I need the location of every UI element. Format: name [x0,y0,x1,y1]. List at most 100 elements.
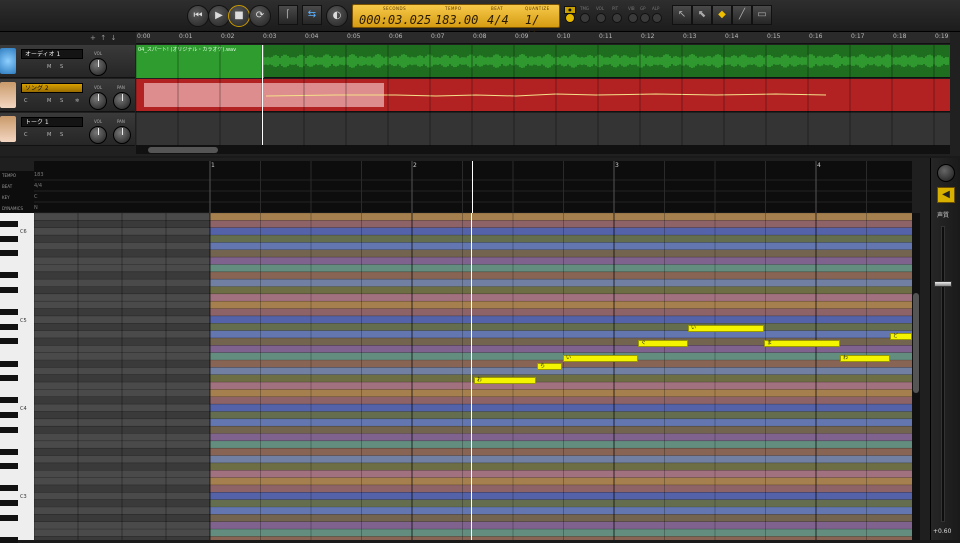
black-key[interactable] [0,360,18,367]
note-grid[interactable]: お ら い ぐ い ま わ ど [34,213,912,540]
volume-knob[interactable] [89,58,107,76]
fader-track[interactable] [941,226,945,522]
note-block[interactable]: ぐ [638,340,688,347]
track-nav-icons[interactable]: + ↑ ↓ [90,34,117,42]
black-key[interactable] [0,463,18,470]
gp-knob[interactable] [640,13,650,23]
track-header-song[interactable]: ソング 2 C M S ✲ VOL PAN [0,79,135,112]
pointer-tool-icon[interactable]: ↖ [672,5,692,25]
dynamics-row-value[interactable]: N [34,205,38,211]
loop-button[interactable]: ⟳ [249,5,271,27]
note-block[interactable]: い [563,355,638,362]
octave-label-c3: C3 [20,494,27,500]
black-key[interactable] [0,309,18,316]
track-header-audio[interactable]: オーディオ 1 M S VOL [0,45,135,78]
dial-knob[interactable] [937,164,955,182]
pan-knob[interactable] [113,92,131,110]
marker-left-button[interactable]: ⌈ [278,5,298,25]
solo-button[interactable]: S [60,64,63,70]
track-name[interactable]: オーディオ 1 [21,49,83,59]
beat-value[interactable]: 4/4 [487,13,509,27]
black-key[interactable] [0,514,18,521]
ruler-tick: 0:14 [725,33,739,40]
black-key[interactable] [0,426,18,433]
rewind-button[interactable]: ⏮ [187,5,209,27]
piano-keyboard[interactable]: C6 C5 C4 C3 [0,213,34,543]
beat-row-value[interactable]: 4/4 [34,183,42,189]
black-key[interactable] [0,272,18,279]
beat-row-label: BEAT [2,184,13,189]
mute-button[interactable]: M [47,98,51,104]
playhead-tracks [262,45,263,145]
track-name[interactable]: ソング 2 [21,83,83,93]
track-header-talk[interactable]: トーク 1 C M S VOL PAN [0,113,135,146]
black-key[interactable] [0,411,18,418]
black-key[interactable] [0,448,18,455]
alp-knob[interactable] [652,13,662,23]
ruler-tick: 0:12 [641,33,655,40]
ruler-tick: 0:11 [599,33,613,40]
vol-knob[interactable] [596,13,606,23]
black-key[interactable] [0,235,18,242]
play-button[interactable]: ▶ [208,5,230,27]
eraser-tool-icon[interactable]: ◆ [712,5,732,25]
mixer-strip: ◀ 声質 +0.60 [930,158,960,540]
note-block[interactable]: ど [890,333,912,340]
pit-knob[interactable] [612,13,622,23]
gp-label: GP [640,6,646,11]
black-key[interactable] [0,220,18,227]
c-button[interactable]: C [24,132,28,138]
stop-button[interactable]: ■ [228,5,250,27]
pan-knob-label: PAN [117,119,125,124]
note-block[interactable]: わ [840,355,890,362]
metronome-button[interactable]: ◐ [326,5,348,27]
black-key[interactable] [0,485,18,492]
time-display: SECONDS 000:03.025 TEMPO 183.00 BEAT 4/4… [352,4,560,41]
vertical-scrollbar[interactable] [912,213,920,540]
black-key[interactable] [0,323,18,330]
volume-knob[interactable] [89,92,107,110]
note-block[interactable]: ら [537,363,562,370]
octave-label-c6: C6 [20,229,27,235]
tempo-value[interactable]: 183.00 [435,13,478,27]
pan-knob[interactable] [113,126,131,144]
mute-button[interactable]: M [47,64,51,70]
note-block[interactable]: い [688,325,764,332]
pencil-tool-icon[interactable]: ╱ [732,5,752,25]
black-key[interactable] [0,338,18,345]
window-tool-icon[interactable]: ▭ [752,5,772,25]
solo-button[interactable]: S [60,132,63,138]
ruler-tick: 0:04 [305,33,319,40]
note-block[interactable]: ま [764,340,840,347]
vol-knob-label: VOL [94,85,103,90]
fader-handle[interactable] [934,281,952,287]
speaker-icon[interactable]: ◀ [937,187,955,203]
measure-label: 1 [211,162,215,169]
tempo-row-value[interactable]: 183 [34,172,44,178]
key-row-label: KEY [2,195,10,200]
track-name[interactable]: トーク 1 [21,117,83,127]
beat-label: BEAT [491,6,504,11]
ruler-tick: 0:07 [431,33,445,40]
black-key[interactable] [0,250,18,257]
horizontal-scrollbar[interactable] [136,146,950,154]
select-tool-icon[interactable]: ⬉ [692,5,712,25]
mute-button[interactable]: M [47,132,51,138]
tmg-knob[interactable] [580,13,590,23]
note-block[interactable]: お [474,377,536,384]
black-key[interactable] [0,375,18,382]
vib-knob[interactable] [628,13,638,23]
settings-icon[interactable]: ✲ [75,98,79,104]
black-key[interactable] [0,287,18,293]
black-key[interactable] [0,397,18,404]
solo-button[interactable]: S [60,98,63,104]
vol-knob-label: VOL [94,51,103,56]
measure-label: 2 [413,162,417,169]
mode-knob[interactable] [565,13,575,23]
key-row-value[interactable]: C [34,194,38,200]
time-ruler[interactable]: 0:00 0:01 0:02 0:03 0:04 0:05 0:06 0:07 0:08 0:09… [136,32,950,44]
follow-button[interactable]: ⇆ [302,5,322,25]
volume-knob[interactable] [89,126,107,144]
black-key[interactable] [0,500,18,507]
c-button[interactable]: C [24,98,28,104]
